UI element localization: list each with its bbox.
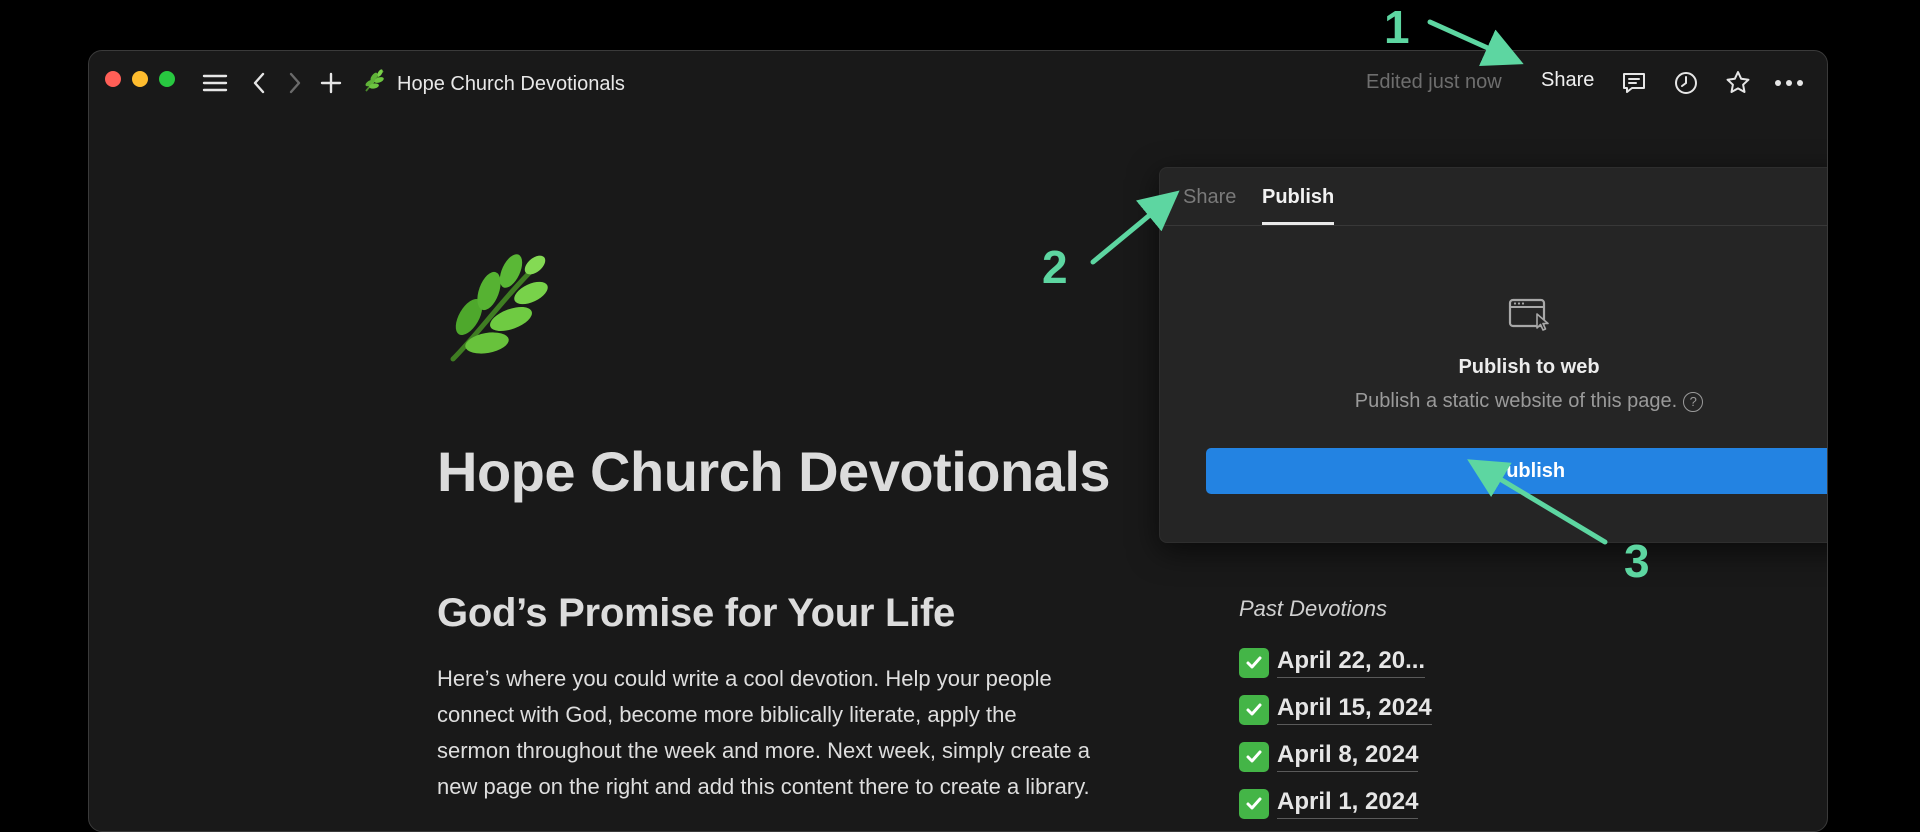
annotation-arrow: [1467, 459, 1608, 545]
annotation-arrow: [1427, 19, 1524, 66]
annotation-arrows: [1090, 19, 1608, 545]
annotation-number: 3: [1624, 535, 1650, 587]
annotation-arrow: [1090, 190, 1180, 265]
annotation-number: 2: [1042, 241, 1068, 293]
annotation-number: 1: [1384, 1, 1410, 53]
